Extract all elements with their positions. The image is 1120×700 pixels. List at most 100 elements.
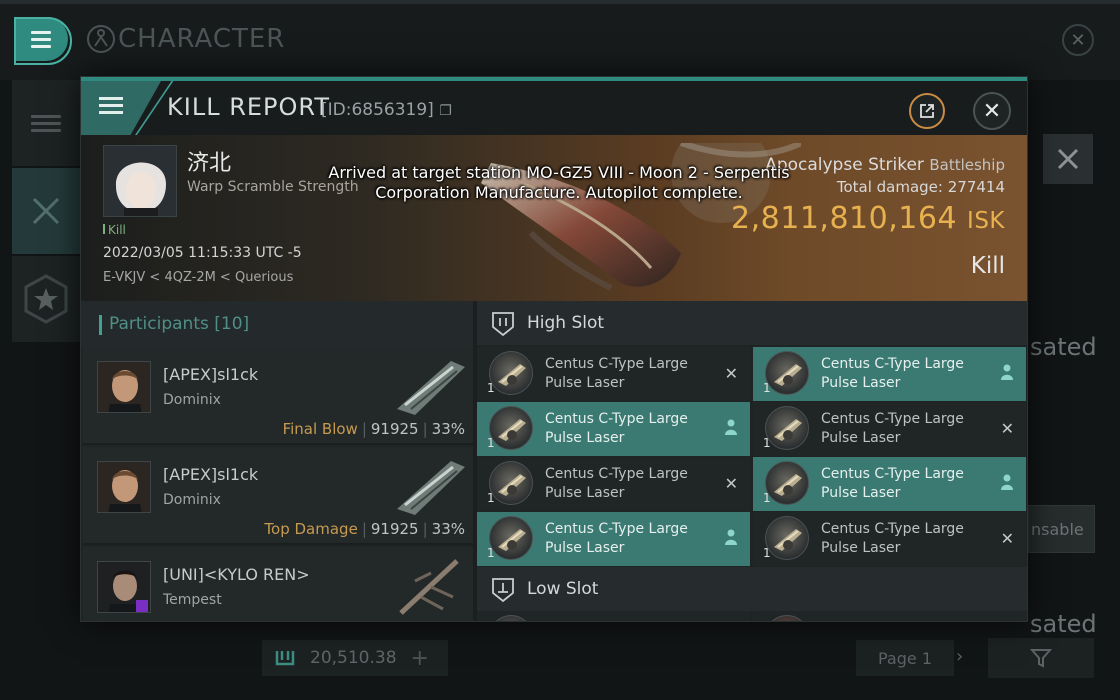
module-name: Centus C-Type Large Pulse Laser (545, 356, 688, 391)
kill-tag: Kill (103, 223, 126, 237)
participant-damage: 91925 (370, 520, 419, 538)
participants-title: Participants [10] (109, 314, 250, 334)
bg-tools-button[interactable] (1043, 134, 1093, 184)
filter-button[interactable] (988, 638, 1094, 678)
participant-damage: 91925 (370, 420, 419, 438)
kill-location[interactable]: E-VKJV < 4QZ-2M < Querious (103, 270, 293, 285)
total-damage-value: 277414 (947, 178, 1005, 196)
module-slot[interactable]: 1 Centus C-Type Large Pulse Laser (477, 402, 750, 456)
low-slot-header[interactable]: Low Slot (477, 567, 1027, 611)
dropped-person-icon (1000, 364, 1014, 384)
module-icon (765, 615, 809, 621)
low-slot-title: Low Slot (527, 579, 599, 599)
module-slot[interactable]: 1 Centus C-Type Large Pulse Laser ✕ (753, 512, 1026, 566)
participant-tag: Top Damage (264, 520, 358, 538)
open-external-button[interactable] (909, 93, 945, 129)
participant-portrait[interactable] (97, 561, 151, 613)
participant-ship: Dominix (163, 392, 221, 408)
participant-ship-image[interactable] (391, 553, 471, 617)
pulse-laser-icon (765, 516, 809, 560)
kill-report-menu-button[interactable] (81, 81, 161, 135)
dropped-person-icon (1000, 474, 1014, 494)
participant-ship-image[interactable] (391, 353, 471, 417)
module-quantity: 1 (763, 381, 771, 395)
wallet-icon (275, 651, 295, 666)
module-name: Centus C-Type Large Pulse Laser (821, 411, 964, 446)
fitting-panel: High Slot 1 Centus C-Type Large Pulse Las… (477, 301, 1027, 621)
sidebar-tab-combat[interactable] (12, 168, 80, 254)
dropped-person-icon (724, 419, 738, 439)
module-quantity: 1 (763, 546, 771, 560)
module-slot[interactable]: 1 Centus C-Type Large Pulse Laser ✕ (477, 457, 750, 511)
external-link-icon (920, 104, 934, 118)
wallet-box: 20,510.38 + (262, 640, 448, 676)
kill-result-label: Kill (970, 253, 1005, 279)
participant-name[interactable]: [UNI]<KYLO REN> (163, 565, 310, 584)
total-damage-label: Total damage: (836, 178, 943, 196)
sidebar-tab-medals[interactable] (12, 256, 80, 342)
module-quantity: 1 (487, 491, 495, 505)
main-menu-button[interactable] (14, 17, 72, 65)
module-quantity: 1 (763, 491, 771, 505)
pulse-laser-icon (765, 406, 809, 450)
participant-portrait[interactable] (97, 361, 151, 413)
participant-row[interactable]: [APEX]sl1ck Dominix Top Damage | 91925 | 33% (83, 447, 473, 545)
participant-ship-image[interactable] (391, 453, 471, 517)
module-slot[interactable]: 1 Centus C-Type Large Pulse Laser (753, 457, 1026, 511)
kill-report-window: KILL REPORT [ID:6856319] ❐ ✕ 济北 Warp Scr… (80, 76, 1028, 622)
victim-name[interactable]: 济北 (187, 145, 231, 177)
pulse-laser-icon (489, 351, 533, 395)
module-slot-partial[interactable] (477, 611, 750, 621)
kill-report-close-button[interactable]: ✕ (973, 92, 1011, 130)
high-slot-title: High Slot (527, 313, 605, 333)
bg-option-box[interactable]: nsable (1028, 505, 1095, 553)
participant-name[interactable]: [APEX]sl1ck (163, 465, 258, 484)
pulse-laser-icon (489, 516, 533, 560)
victim-avatar-image (104, 146, 176, 216)
wrench-icon (1057, 148, 1079, 170)
participant-avatar-image (98, 562, 150, 612)
participant-ship: Tempest (163, 592, 222, 608)
module-name: Centus C-Type Large Pulse Laser (821, 521, 964, 556)
participant-row[interactable]: [APEX]sl1ck Dominix Final Blow | 91925 | 33% (83, 347, 473, 445)
module-slot[interactable]: 1 Centus C-Type Large Pulse Laser (477, 512, 750, 566)
list-icon (31, 114, 61, 132)
kill-summary-banner: 济北 Warp Scramble Strength Kill 2022/03/0… (81, 135, 1027, 301)
wallet-value: 20,510.38 (310, 648, 397, 668)
character-sidebar (10, 80, 80, 350)
copy-icon[interactable]: ❐ (439, 103, 452, 119)
isk-value: 2,811,810,164 ISK (731, 201, 1005, 236)
crossed-swords-icon (32, 197, 60, 225)
participants-header[interactable]: Participants [10] (81, 301, 473, 347)
module-slot-partial[interactable] (753, 611, 1026, 621)
add-icon[interactable]: + (411, 646, 429, 671)
page-indicator: Page 1 (856, 640, 954, 676)
destroyed-x-icon: ✕ (724, 474, 738, 493)
participant-name[interactable]: [APEX]sl1ck (163, 365, 258, 384)
participant-portrait[interactable] (97, 461, 151, 513)
participant-stats: Final Blow | 91925 | 33% (282, 420, 465, 438)
bg-status-text: sated (1030, 333, 1097, 361)
participant-ship: Dominix (163, 492, 221, 508)
destroyed-x-icon: ✕ (724, 364, 738, 383)
kill-timestamp: 2022/03/05 11:15:33 UTC -5 (103, 245, 302, 261)
destroyed-x-icon: ✕ (1000, 419, 1014, 438)
module-slot[interactable]: 1 Centus C-Type Large Pulse Laser (753, 347, 1026, 401)
high-slot-header[interactable]: High Slot (477, 301, 1027, 345)
next-page-icon[interactable]: › (956, 646, 963, 667)
module-quantity: 1 (487, 436, 495, 450)
module-slot[interactable]: 1 Centus C-Type Large Pulse Laser ✕ (753, 402, 1026, 456)
destroyed-x-icon: ✕ (1000, 529, 1014, 548)
kill-id-text: [ID:6856319] (321, 100, 434, 120)
pulse-laser-icon (765, 461, 809, 505)
participant-row[interactable]: [UNI]<KYLO REN> Tempest (83, 547, 473, 621)
victim-portrait[interactable] (103, 145, 177, 217)
module-quantity: 1 (763, 436, 771, 450)
character-window-title: CHARACTER (118, 24, 286, 54)
participant-stats: Top Damage | 91925 | 33% (264, 520, 465, 538)
character-close-button[interactable]: ✕ (1062, 24, 1094, 56)
module-slot[interactable]: 1 Centus C-Type Large Pulse Laser ✕ (477, 347, 750, 401)
bg-option-text: nsable (1031, 520, 1084, 539)
sidebar-tab-menu[interactable] (12, 80, 80, 166)
close-icon: ✕ (1070, 29, 1086, 51)
